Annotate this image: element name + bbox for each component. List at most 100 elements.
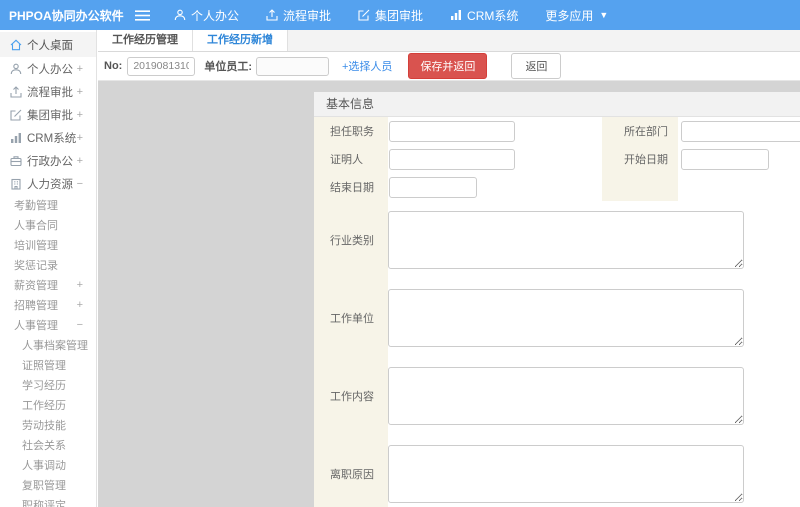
department-field[interactable] (681, 120, 800, 142)
sidebar-item-reward-record[interactable]: 奖惩记录 (0, 255, 96, 275)
nav-item-more-apps[interactable]: 更多应用 ▼ (545, 7, 608, 24)
back-button[interactable]: 返回 (511, 53, 562, 79)
sidebar-item-certificate[interactable]: 证照管理 (0, 355, 96, 375)
expand-icon[interactable]: + (77, 299, 83, 311)
sidebar-item-personnel-mgmt[interactable]: 人事管理 − (0, 315, 96, 335)
end-date-label: 结束日期 (330, 182, 374, 194)
section-title: 基本信息 (314, 92, 800, 117)
sidebar-item-label: 社会关系 (22, 440, 66, 452)
employee-label: 单位员工: (204, 61, 252, 73)
tab-work-history-manage[interactable]: 工作经历管理 (98, 30, 193, 51)
sidebar-item-crm[interactable]: CRM系统 + (0, 126, 96, 149)
form-row: 证明人 开始日期 (314, 145, 800, 173)
sidebar-item-personal-desktop[interactable]: 个人桌面 (0, 32, 96, 57)
user-icon (10, 63, 27, 75)
certifier-field[interactable] (389, 148, 515, 170)
employee-input[interactable] (256, 56, 329, 76)
sidebar-item-label: 集团审批 (27, 109, 73, 122)
sidebar-item-label: 奖惩记录 (14, 260, 58, 272)
menu-toggle-icon[interactable] (132, 0, 152, 30)
no-input[interactable] (127, 56, 196, 76)
sidebar-item-personnel-transfer[interactable]: 人事调动 (0, 455, 96, 475)
sidebar-item-label: 人力资源 (27, 178, 73, 191)
form-row: 工作单位 (314, 289, 800, 347)
nav-item-label: 集团审批 (375, 8, 424, 23)
expand-icon[interactable]: + (77, 109, 83, 121)
sidebar-item-training[interactable]: 培训管理 (0, 235, 96, 255)
building-icon (10, 178, 27, 190)
chart-icon (10, 132, 27, 144)
sidebar-item-label: 职称评定 (22, 500, 66, 507)
expand-icon[interactable]: − (77, 178, 83, 190)
sidebar-item-label: 流程审批 (27, 86, 73, 99)
nav-item-crm[interactable]: CRM系统 (450, 7, 518, 24)
nav-item-process-approval[interactable]: 流程审批 (266, 7, 331, 24)
form-panel: 基本信息 担任职务 所在部门 证明人 开始日期 结束日期 行业类别 工作单位 工… (314, 92, 800, 507)
sidebar-item-attendance[interactable]: 考勤管理 (0, 195, 96, 215)
expand-icon[interactable]: + (77, 132, 83, 144)
leave-reason-textarea[interactable] (388, 445, 744, 503)
sidebar-item-reinstatement[interactable]: 复职管理 (0, 475, 96, 495)
sidebar-item-work-history[interactable]: 工作经历 (0, 395, 96, 415)
sidebar-item-admin-office[interactable]: 行政办公 + (0, 149, 96, 172)
start-date-field[interactable] (681, 148, 769, 170)
sidebar-item-personal-office[interactable]: 个人办公 + (0, 57, 96, 80)
company-textarea[interactable] (388, 289, 744, 347)
form-row: 担任职务 所在部门 (314, 117, 800, 145)
form-body: 担任职务 所在部门 证明人 开始日期 结束日期 行业类别 工作单位 工作内容 离… (314, 117, 800, 507)
caret-down-icon: ▼ (599, 10, 609, 20)
sidebar-item-label: 劳动技能 (22, 420, 66, 432)
sidebar-item-label: 复职管理 (22, 480, 66, 492)
expand-icon[interactable]: + (77, 63, 83, 75)
sidebar-item-label: 学习经历 (22, 380, 66, 392)
flow-icon (10, 85, 27, 98)
nav-item-label: 流程审批 (283, 8, 332, 23)
sidebar-item-social-relation[interactable]: 社会关系 (0, 435, 96, 455)
expand-icon[interactable]: − (77, 319, 83, 331)
toolbar: No: 单位员工: +选择人员 保存并返回 返回 (98, 52, 800, 81)
sidebar-item-label: 人事合同 (14, 220, 58, 232)
work-content-textarea[interactable] (388, 367, 744, 425)
sidebar-item-hr[interactable]: 人力资源 − (0, 172, 96, 195)
briefcase-icon (10, 155, 27, 167)
sidebar-item-label: 行政办公 (27, 155, 73, 168)
user-icon (174, 9, 186, 21)
nav-item-personal-office[interactable]: 个人办公 (174, 7, 239, 24)
form-row: 行业类别 (314, 211, 800, 269)
sidebar-item-title-evaluation[interactable]: 职称评定 (0, 495, 96, 507)
sidebar-item-study-history[interactable]: 学习经历 (0, 375, 96, 395)
leave-reason-label: 离职原因 (330, 469, 374, 481)
sidebar-item-labor-skill[interactable]: 劳动技能 (0, 415, 96, 435)
form-row: 离职原因 (314, 445, 800, 503)
app-logo[interactable]: PHPOA协同办公软件 (0, 7, 132, 24)
tab-work-history-new[interactable]: 工作经历新增 (193, 30, 288, 51)
sidebar-item-label: 招聘管理 (14, 300, 58, 312)
sidebar-item-label: 人事调动 (22, 460, 66, 472)
sidebar-item-salary[interactable]: 薪资管理 + (0, 275, 96, 295)
sidebar-item-personnel-archive[interactable]: 人事档案管理 (0, 335, 96, 355)
sidebar-item-label: 工作经历 (22, 400, 66, 412)
expand-icon[interactable]: + (77, 279, 83, 291)
department-label: 所在部门 (624, 126, 668, 138)
certifier-label: 证明人 (330, 154, 363, 166)
edit-icon (358, 9, 370, 21)
expand-icon[interactable]: + (77, 86, 83, 98)
sidebar-item-recruitment[interactable]: 招聘管理 + (0, 295, 96, 315)
sidebar: 个人桌面 个人办公 + 流程审批 + 集团审批 + CRM系统 + 行政办公 + (0, 30, 97, 507)
sidebar-item-group-approval[interactable]: 集团审批 + (0, 103, 96, 126)
sidebar-item-label: 人事档案管理 (22, 340, 88, 352)
nav-item-label: 更多应用 (545, 8, 594, 23)
select-person-link[interactable]: +选择人员 (342, 58, 392, 74)
sidebar-item-label: CRM系统 (27, 132, 77, 145)
industry-label: 行业类别 (330, 235, 374, 247)
flow-icon (266, 9, 278, 21)
sidebar-item-hr-contract[interactable]: 人事合同 (0, 215, 96, 235)
save-and-return-button[interactable]: 保存并返回 (408, 53, 488, 79)
expand-icon[interactable]: + (77, 155, 83, 167)
sidebar-item-process-approval[interactable]: 流程审批 + (0, 80, 96, 103)
nav-item-group-approval[interactable]: 集团审批 (358, 7, 423, 24)
industry-textarea[interactable] (388, 211, 744, 269)
end-date-field[interactable] (389, 176, 477, 198)
position-field[interactable] (389, 120, 515, 142)
chart-icon (450, 9, 462, 21)
